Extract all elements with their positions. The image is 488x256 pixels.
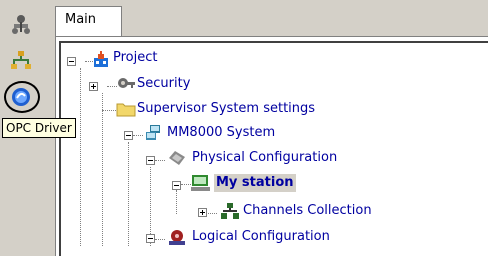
channels-icon	[221, 203, 239, 219]
tab-main-label: Main	[65, 12, 97, 27]
tree-node-label: Physical Configuration	[192, 150, 338, 165]
tree-node-label: MM8000 System	[167, 125, 276, 140]
network-tree-icon	[12, 15, 30, 34]
expand-toggle[interactable]	[198, 208, 207, 217]
hierarchy-button[interactable]	[7, 48, 35, 74]
folder-icon	[116, 103, 136, 117]
tree-node-label: Logical Configuration	[192, 229, 330, 244]
collapse-toggle[interactable]	[124, 131, 133, 140]
logical-config-icon	[169, 230, 185, 245]
tree-node-label: Security	[137, 76, 191, 91]
physical-config-icon	[169, 151, 185, 165]
tree-guide-line	[80, 68, 81, 246]
hierarchy-icon	[11, 51, 31, 69]
security-icon	[118, 78, 135, 88]
highlight-circle	[4, 81, 40, 113]
tree-node-label: Project	[113, 50, 158, 65]
tree-guide-line	[176, 190, 177, 214]
tree-guide-line	[102, 110, 116, 111]
tree-node-label: My station	[214, 174, 296, 192]
tab-main[interactable]: Main	[55, 6, 122, 36]
collapse-toggle[interactable]	[146, 156, 155, 165]
opc-driver-tooltip: OPC Driver	[2, 118, 76, 138]
tree-guide-line	[181, 184, 191, 185]
expand-toggle[interactable]	[89, 82, 98, 91]
network-tree-button[interactable]	[7, 12, 35, 38]
collapse-toggle[interactable]	[67, 57, 76, 66]
tree-guide-line	[155, 160, 165, 161]
tree-guide-line	[133, 135, 143, 136]
tree-guide-line	[102, 93, 103, 246]
tree-node-label: Supervisor System settings	[137, 101, 316, 116]
tree-guide-line	[155, 239, 165, 240]
tree-guide-line	[128, 142, 129, 246]
project-icon	[94, 51, 108, 67]
system-icon	[146, 125, 160, 140]
tree-node-label: Channels Collection	[243, 203, 372, 218]
station-icon	[191, 175, 210, 191]
collapse-toggle[interactable]	[172, 181, 181, 190]
collapse-toggle[interactable]	[146, 234, 155, 243]
